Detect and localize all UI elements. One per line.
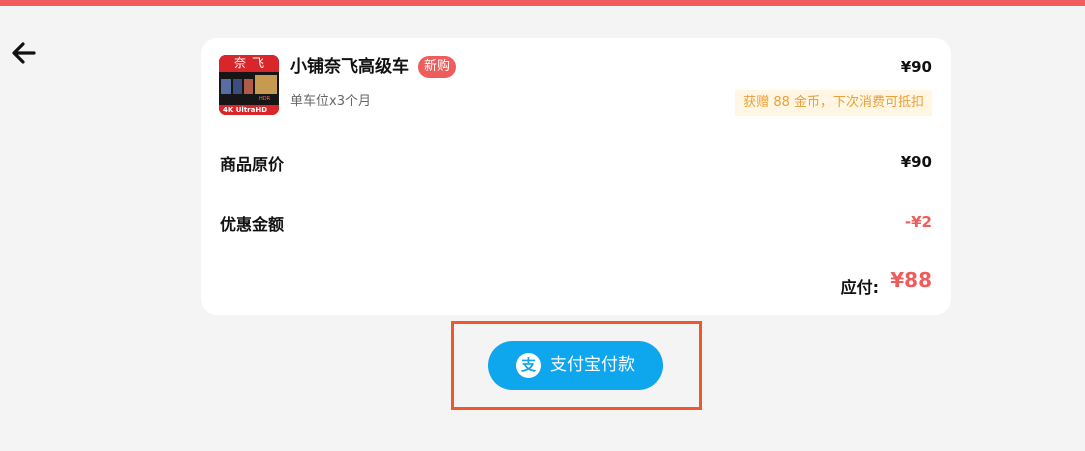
thumbnail-tag: HDR (259, 96, 271, 102)
product-name: 小铺奈飞高级车 (290, 57, 409, 77)
payable-label: 应付: (840, 278, 879, 297)
alipay-pay-button[interactable]: 支 支付宝付款 (488, 341, 663, 390)
product-spec: 单车位x3个月 (290, 94, 371, 109)
order-summary-card: 奈飞 HDR 4K UltraHD 小铺奈飞高级车 新购 单车位x3个月 ¥90… (201, 38, 951, 315)
arrow-left-icon (12, 42, 36, 64)
original-price-value: ¥90 (900, 153, 932, 171)
alipay-icon: 支 (516, 353, 541, 378)
thumbnail-brand: 奈飞 (219, 55, 279, 72)
thumbnail-caption: 4K UltraHD (223, 106, 268, 114)
original-price-label: 商品原价 (220, 155, 285, 174)
payable-amount: ¥88 (890, 268, 932, 292)
new-purchase-badge: 新购 (418, 56, 457, 78)
discount-value: -¥2 (904, 213, 932, 231)
product-price: ¥90 (900, 58, 932, 76)
coin-reward-note: 获赠 88 金币，下次消费可抵扣 (735, 90, 932, 116)
top-accent-bar (0, 0, 1085, 6)
discount-label: 优惠金额 (220, 215, 285, 234)
alipay-button-label: 支付宝付款 (550, 355, 635, 374)
back-button[interactable] (10, 40, 38, 66)
product-thumbnail: 奈飞 HDR 4K UltraHD (219, 55, 279, 115)
